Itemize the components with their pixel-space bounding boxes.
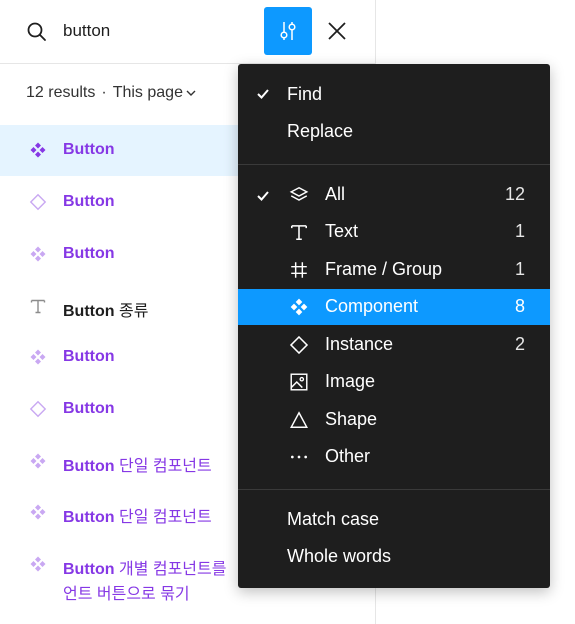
component-icon — [29, 452, 47, 470]
component-icon — [29, 245, 47, 263]
text-icon — [289, 222, 309, 242]
menu-divider — [238, 164, 550, 165]
instance-icon — [29, 193, 47, 211]
result-label: Button 개별 컴포넌트를 — [63, 555, 226, 579]
menu-item-count: 8 — [514, 296, 525, 316]
result-label: Button — [63, 193, 115, 211]
menu-item-image[interactable]: Image — [238, 364, 550, 400]
search-bar: button — [0, 0, 375, 64]
search-input[interactable]: button — [63, 21, 110, 41]
shape-icon — [289, 410, 309, 430]
menu-item-label: Image — [325, 371, 376, 391]
result-match: Button — [63, 141, 115, 158]
menu-item-label: Other — [325, 446, 371, 466]
layers-icon — [289, 185, 309, 205]
menu-item-component[interactable]: Component 8 — [238, 289, 550, 325]
results-summary: 12 results · This page — [26, 84, 196, 102]
menu-item-frame-group[interactable]: Frame / Group 1 — [238, 252, 550, 288]
result-match: Button — [63, 400, 115, 417]
menu-item-all[interactable]: All 12 — [238, 177, 550, 213]
result-label: Button 종류 — [63, 297, 148, 321]
filter-button[interactable] — [264, 7, 312, 55]
instance-icon — [289, 335, 309, 355]
component-icon — [29, 141, 47, 159]
result-label: Button — [63, 245, 115, 263]
result-label: Button — [63, 141, 115, 159]
result-match: Button — [63, 561, 115, 578]
menu-match-case-label: Match case — [287, 509, 380, 529]
menu-item-shape[interactable]: Shape — [238, 402, 550, 438]
component-icon — [29, 503, 47, 521]
result-label: Button 단일 컴포넌트 — [63, 452, 212, 476]
result-match: Button — [63, 303, 115, 320]
close-icon[interactable] — [326, 20, 348, 42]
check-icon — [256, 187, 270, 201]
menu-item-count: 1 — [514, 221, 525, 241]
component-icon — [289, 297, 309, 317]
result-label: Button — [63, 348, 115, 366]
result-match: Button — [63, 348, 115, 365]
instance-icon — [29, 400, 47, 418]
result-match: Button — [63, 509, 115, 526]
menu-item-label: Component — [325, 296, 419, 316]
search-icon — [27, 22, 46, 41]
menu-whole-words-label: Whole words — [287, 546, 392, 566]
menu-item-count: 1 — [514, 259, 525, 279]
component-icon — [29, 348, 47, 366]
menu-divider — [238, 489, 550, 490]
check-icon — [257, 89, 269, 99]
menu-item-replace[interactable]: Replace — [238, 114, 550, 150]
menu-item-instance[interactable]: Instance 2 — [238, 327, 550, 363]
text-icon — [29, 297, 47, 315]
scope-dropdown[interactable]: This page — [113, 84, 183, 101]
menu-item-match-case[interactable]: Match case — [238, 502, 550, 538]
result-rest: 단일 컴포넌트 — [114, 458, 212, 475]
result-rest: 단일 컴포넌트 — [114, 509, 212, 526]
result-match: Button — [63, 245, 115, 262]
menu-item-count: 12 — [504, 184, 525, 204]
frame-icon — [289, 260, 309, 280]
menu-item-label: All — [325, 184, 346, 204]
result-match: Button — [63, 193, 115, 210]
component-icon — [29, 555, 47, 573]
menu-item-whole-words[interactable]: Whole words — [238, 539, 550, 575]
separator: · — [101, 84, 107, 101]
filter-menu: Find Replace All 12 Text 1 Frame / Group 1 Com… — [238, 64, 550, 588]
menu-item-label: Frame / Group — [325, 259, 443, 279]
results-count: 12 results — [26, 84, 96, 101]
menu-item-label: Text — [325, 221, 359, 241]
menu-item-other[interactable]: Other — [238, 439, 550, 475]
menu-item-count: 2 — [514, 334, 525, 354]
result-label: Button 단일 컴포넌트 — [63, 503, 212, 527]
chevron-down-icon[interactable] — [186, 90, 196, 96]
result-rest: 종류 — [114, 303, 149, 320]
menu-item-text[interactable]: Text 1 — [238, 214, 550, 250]
menu-find-label: Find — [287, 84, 323, 104]
result-label: Button — [63, 400, 115, 418]
menu-item-label: Shape — [325, 409, 378, 429]
image-icon — [289, 372, 309, 392]
menu-item-label: Instance — [325, 334, 394, 354]
menu-item-find[interactable]: Find — [238, 77, 550, 113]
menu-replace-label: Replace — [287, 121, 354, 141]
result-match: Button — [63, 458, 115, 475]
result-label-line2: 언트 버튼으로 묶기 — [63, 586, 190, 603]
sliders-icon — [280, 22, 296, 40]
more-icon — [289, 447, 309, 467]
result-rest: 개별 컴포넌트를 — [114, 561, 227, 578]
